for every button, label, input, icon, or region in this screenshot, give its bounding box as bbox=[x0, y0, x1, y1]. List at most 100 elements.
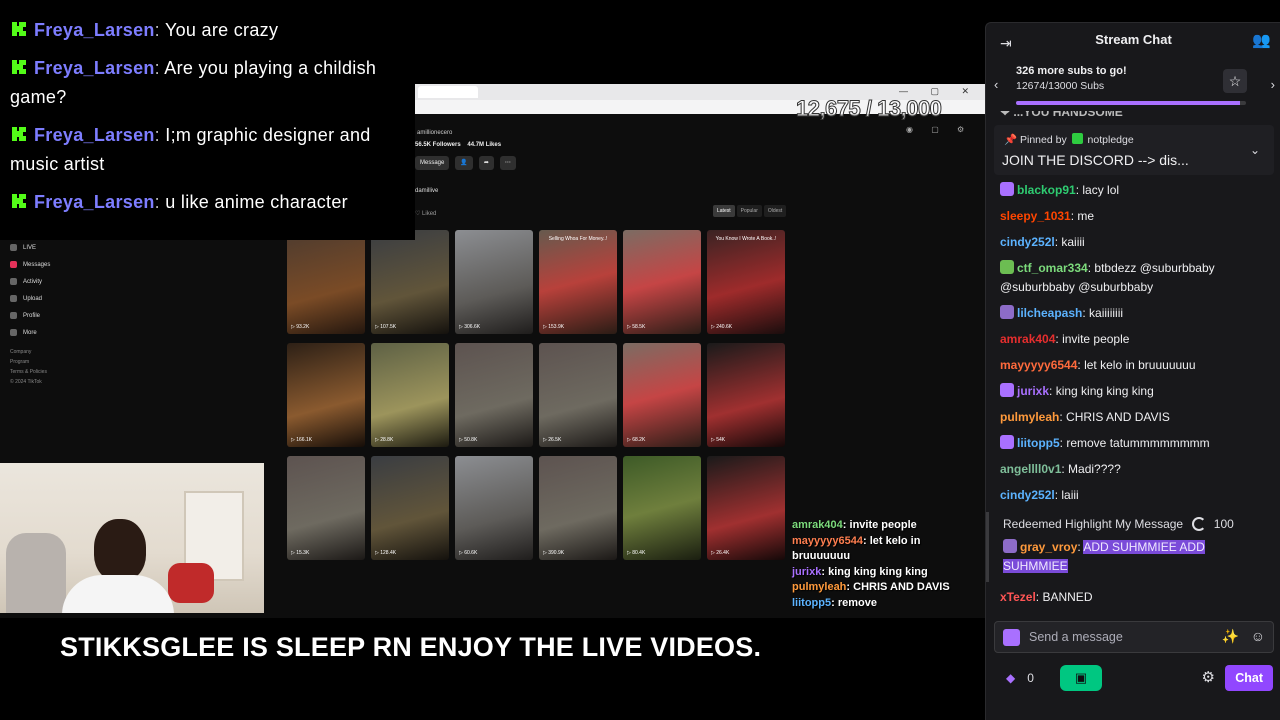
site-nav-label: More bbox=[23, 329, 37, 336]
video-thumbnail: ▷ 58.5K bbox=[623, 230, 701, 334]
stream-video[interactable]: — ▢ ✕ LIVE Messages Activity Upload Profile M… bbox=[0, 0, 985, 720]
effects-icon[interactable]: ✨ bbox=[1222, 628, 1239, 645]
chat-username[interactable]: mayyyyy6544 bbox=[1000, 358, 1077, 372]
video-views: ▷ 153.9K bbox=[543, 324, 564, 330]
video-thumbnail: ▷ 15.3K bbox=[287, 456, 365, 560]
message-button: Message bbox=[415, 156, 450, 170]
chat-message: angellll0v1: Madi???? bbox=[986, 456, 1280, 482]
bits-balance[interactable]: ◆ 0 bbox=[1006, 671, 1034, 685]
chat-send-button[interactable]: Chat bbox=[1225, 665, 1273, 691]
chat-username[interactable]: cindy252l bbox=[1000, 235, 1055, 249]
goal-remaining: 326 more subs to go! bbox=[1016, 65, 1127, 77]
pinned-by-label: Pinned by bbox=[1020, 134, 1067, 146]
chat-input-placeholder: Send a message bbox=[1029, 630, 1123, 644]
site-footer-link: © 2024 TikTok bbox=[10, 379, 42, 385]
gift-icon[interactable]: ▣ bbox=[1060, 665, 1102, 691]
pinned-message[interactable]: 📌 Pinned by notpledge JOIN THE DISCORD -… bbox=[994, 125, 1274, 175]
chat-text: let kelo in bruuuuuuu bbox=[1084, 357, 1196, 372]
chat-text: remove tatummmmmmmm bbox=[1066, 435, 1210, 450]
chevron-left-icon[interactable]: ‹ bbox=[994, 77, 998, 92]
video-views: ▷ 60.6K bbox=[459, 550, 477, 556]
goal-count: 12674/13000 Subs bbox=[1016, 80, 1105, 92]
browser-extension-icons: ◉ ▢ ⚙ bbox=[906, 125, 973, 134]
video-view-count: 58.5K bbox=[632, 324, 646, 330]
site-nav-item: LIVE bbox=[0, 239, 120, 256]
site-footer-link: Terms & Policies bbox=[10, 369, 47, 375]
site-nav-item: More bbox=[0, 324, 120, 341]
stream-chat-overlay-user: pulmyleah bbox=[792, 581, 847, 593]
pinned-by: 📌 Pinned by notpledge bbox=[1004, 133, 1134, 146]
chat-username[interactable]: pulmyleah bbox=[1000, 410, 1059, 424]
chat-input[interactable]: Send a message ✨ ☺ bbox=[994, 621, 1274, 653]
gear-icon[interactable]: ⚙ bbox=[1202, 668, 1215, 686]
chat-username[interactable]: sleepy_1031 bbox=[1000, 209, 1071, 223]
community-icon[interactable]: 👥 bbox=[1252, 31, 1271, 49]
chat-badge-icon bbox=[1000, 259, 1014, 274]
overlay-chat-text: You are crazy bbox=[164, 20, 279, 40]
video-thumbnail: ▷ 54K bbox=[707, 343, 785, 447]
browser-tab bbox=[418, 86, 478, 98]
chevron-down-icon[interactable]: ⌄ bbox=[1250, 143, 1260, 157]
colon: : bbox=[154, 192, 166, 212]
video-views: ▷ 58.5K bbox=[627, 324, 645, 330]
site-nav-item: Activity bbox=[0, 273, 120, 290]
colon: : bbox=[1049, 383, 1056, 398]
chat-username[interactable]: amrak404 bbox=[1000, 332, 1055, 346]
chat-username[interactable]: cindy252l bbox=[1000, 488, 1055, 502]
chat-username[interactable]: blackop91 bbox=[1017, 183, 1076, 197]
star-icon[interactable]: ☆ bbox=[1223, 69, 1247, 93]
stream-chat-overlay: amrak404: invite people mayyyyy6544: let … bbox=[792, 518, 962, 611]
video-views: ▷ 390.9K bbox=[543, 550, 564, 556]
video-thumbnail: ▷ 107.5K bbox=[371, 230, 449, 334]
sort-latest: Latest bbox=[713, 205, 735, 217]
chat-username[interactable]: angellll0v1 bbox=[1000, 462, 1061, 476]
webcam-person-body bbox=[62, 575, 174, 613]
chat-message: sleepy_1031: me bbox=[986, 203, 1280, 229]
goal-progress-bar bbox=[1016, 101, 1246, 105]
user-avatar-icon[interactable] bbox=[1003, 629, 1020, 646]
video-view-count: 166.1K bbox=[296, 437, 313, 443]
site-nav-label: Activity bbox=[23, 278, 43, 285]
video-view-count: 68.2K bbox=[632, 437, 646, 443]
video-view-count: 93.2K bbox=[296, 324, 310, 330]
chat-text: Madi???? bbox=[1068, 461, 1121, 476]
colon: : bbox=[154, 125, 166, 145]
bits-icon: ◆ bbox=[1006, 671, 1016, 685]
bits-count: 0 bbox=[1027, 671, 1034, 685]
share-icon: ➦ bbox=[478, 156, 494, 170]
highlight-label: Redeemed Highlight My Message bbox=[1003, 517, 1184, 531]
video-views: ▷ 240.6K bbox=[711, 324, 732, 330]
chat-text: kaiiii bbox=[1061, 234, 1085, 249]
video-view-count: 240.6K bbox=[716, 324, 733, 330]
video-thumbnail: ▷ 26.5K bbox=[539, 343, 617, 447]
banned-text: BANNED bbox=[1042, 590, 1093, 604]
nav-icon bbox=[10, 329, 17, 336]
webcam-feed bbox=[0, 463, 264, 613]
highlight-user[interactable]: gray_vroy bbox=[1020, 540, 1077, 554]
chat-username[interactable]: lilcheapash bbox=[1017, 306, 1082, 320]
banned-user[interactable]: xTezel bbox=[1000, 590, 1036, 604]
sort-oldest: Oldest bbox=[763, 205, 787, 217]
stream-chat-overlay-line: liitopp5: remove bbox=[792, 596, 962, 612]
emote-icon[interactable]: ☺ bbox=[1251, 628, 1265, 644]
chat-username[interactable]: liitopp5 bbox=[1017, 436, 1060, 450]
stream-chat-overlay-user: jurixk bbox=[792, 565, 822, 578]
highlight-points: 100 bbox=[1213, 517, 1234, 531]
stream-chat-overlay-line: jurixk: king king king king bbox=[792, 565, 962, 581]
chat-username[interactable]: jurixk bbox=[1017, 384, 1049, 398]
video-thumbnail: ▷ 306.6K bbox=[455, 230, 533, 334]
stream-chat-overlay-line: amrak404: invite people bbox=[792, 518, 962, 534]
video-views: ▷ 15.3K bbox=[291, 550, 309, 556]
video-thumbnail: You Know I Wrote A Book..! ▷ 240.6K bbox=[707, 230, 785, 334]
chat-username[interactable]: ctf_omar334 bbox=[1017, 261, 1088, 275]
video-view-count: 107.5K bbox=[380, 324, 397, 330]
chat-message: jurixk: king king king king bbox=[986, 378, 1280, 404]
chevron-right-icon[interactable]: › bbox=[1271, 77, 1275, 92]
goal-progress-fill bbox=[1016, 101, 1241, 105]
profile-username: amillionecero bbox=[417, 130, 453, 136]
chat-text: kaiiiiiiii bbox=[1089, 305, 1124, 320]
video-title: Selling Whoa For Money..! bbox=[548, 236, 608, 242]
webcam-chair bbox=[6, 533, 66, 613]
chat-message: mayyyyy6544: let kelo in bruuuuuuu bbox=[986, 352, 1280, 378]
overlay-chat-message: Freya_Larsen: I;m graphic designer and m… bbox=[10, 121, 405, 179]
